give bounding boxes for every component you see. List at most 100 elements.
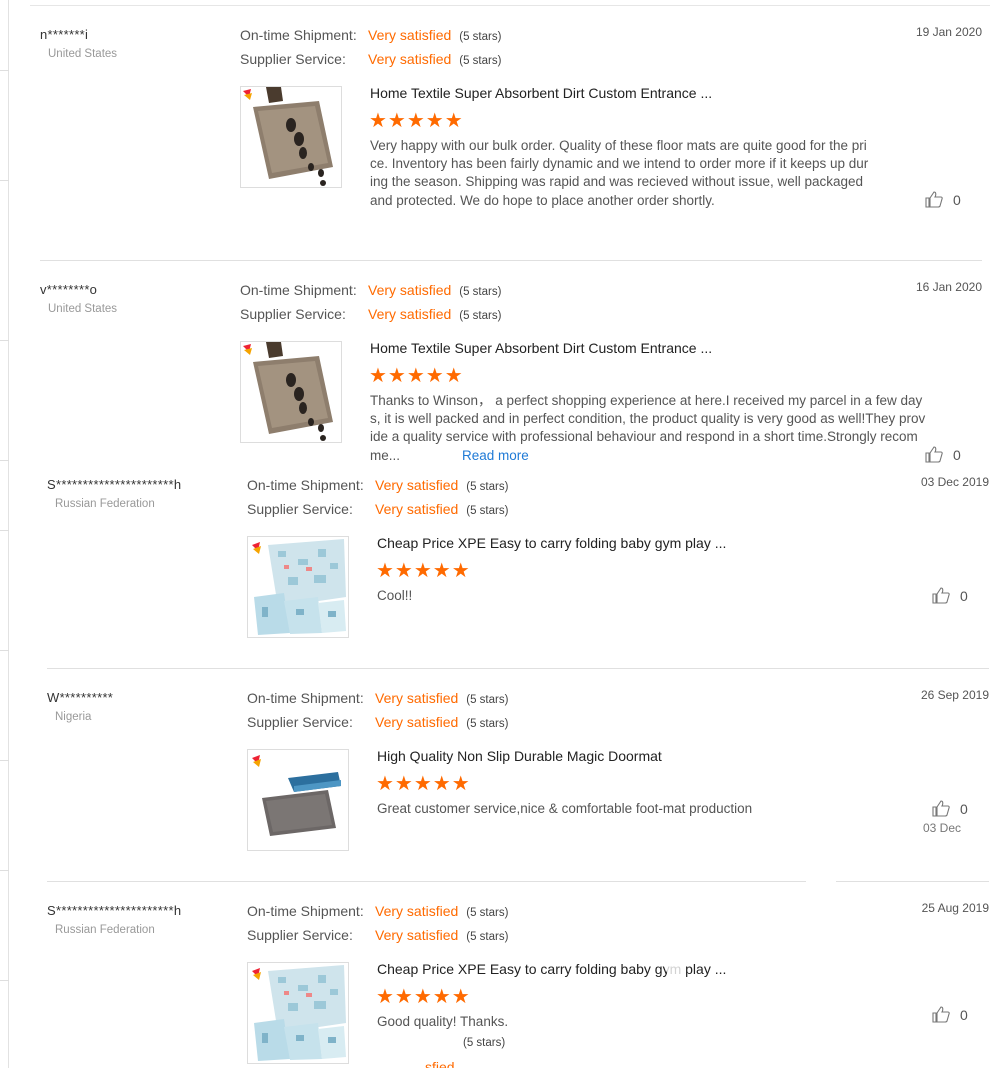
review-date: 03 Dec 2019 (920, 475, 989, 489)
shipment-label: On-time Shipment: (240, 282, 357, 298)
review-date: 26 Sep 2019 (920, 688, 989, 702)
overlapping-stars-fragment: (5 stars) (463, 1037, 506, 1049)
shipment-label: On-time Shipment: (247, 477, 364, 493)
review-date: 19 Jan 2020 (915, 25, 982, 39)
product-thumbnail[interactable] (240, 86, 342, 188)
product-thumbnail[interactable] (247, 536, 349, 638)
review-item: n*******i United States On-time Shipment… (40, 25, 982, 261)
service-value: Very satisfied (375, 927, 459, 943)
shipment-value: Very satisfied (375, 477, 459, 493)
product-star-rating: ★★★★★ (376, 773, 471, 795)
shipment-stars: (5 stars) (466, 907, 509, 919)
service-value: Very satisfied (368, 306, 452, 322)
shipment-rating: On-time Shipment: Very satisfied (5 stars) (247, 690, 508, 710)
shipment-stars: (5 stars) (459, 286, 502, 298)
review-text: Cool!! (377, 588, 413, 603)
reviews-screenshot: n*******i United States On-time Shipment… (0, 0, 1005, 1068)
service-label: Supplier Service: (240, 306, 346, 322)
review-date: 16 Jan 2020 (915, 280, 982, 294)
product-title-link[interactable]: High Quality Non Slip Durable Magic Door… (377, 748, 662, 764)
like-button[interactable]: 0 (925, 191, 961, 208)
review-text: Thanks to Winson， a perfect shopping exp… (370, 392, 926, 465)
like-count: 0 (960, 801, 968, 817)
service-label: Supplier Service: (247, 501, 353, 517)
service-stars: (5 stars) (466, 931, 509, 943)
service-value: Very satisfied (375, 714, 459, 730)
shipment-stars: (5 stars) (466, 481, 509, 493)
buyer-name: S**********************h (47, 903, 182, 918)
thumbs-up-icon (932, 587, 950, 604)
thumbs-up-icon (925, 191, 943, 208)
buyer-name: W********** (47, 690, 114, 705)
review-item: v********o United States On-time Shipmen… (40, 280, 982, 472)
service-stars: (5 stars) (459, 55, 502, 67)
service-rating: Supplier Service: Very satisfied (5 stars) (247, 501, 508, 521)
service-stars: (5 stars) (459, 310, 502, 322)
service-rating: Supplier Service: Very satisfied (5 stars) (240, 51, 501, 71)
product-thumbnail[interactable] (240, 341, 342, 443)
buyer-country: Russian Federation (55, 924, 155, 936)
product-thumbnail[interactable] (247, 962, 349, 1064)
shipment-label: On-time Shipment: (247, 903, 364, 919)
review-item: W********** Nigeria On-time Shipment: Ver… (47, 688, 989, 882)
like-count: 0 (960, 588, 968, 604)
buyer-name: n*******i (40, 27, 89, 42)
like-button[interactable]: 0 (925, 446, 961, 463)
supplier-logo-icon (243, 344, 252, 355)
service-label: Supplier Service: (247, 927, 353, 943)
product-star-rating: ★★★★★ (376, 560, 471, 582)
thumbs-up-icon (925, 446, 943, 463)
shipment-rating: On-time Shipment: Very satisfied (5 stars) (240, 282, 501, 302)
like-button[interactable]: 0 (932, 800, 968, 817)
product-title-link[interactable]: Home Textile Super Absorbent Dirt Custom… (370, 85, 712, 101)
shipment-value: Very satisfied (375, 903, 459, 919)
shipment-label: On-time Shipment: (240, 27, 357, 43)
shipment-rating: On-time Shipment: Very satisfied (5 stars) (247, 903, 508, 923)
review-text: Very happy with our bulk order. Quality … (370, 138, 869, 208)
service-stars: (5 stars) (466, 718, 509, 730)
buyer-country: Nigeria (55, 711, 92, 723)
thumbs-up-icon (932, 800, 950, 817)
shipment-rating: On-time Shipment: Very satisfied (5 stars) (247, 477, 508, 497)
overlapping-date-fragment: 03 Dec (923, 821, 962, 835)
supplier-logo-icon (252, 542, 261, 554)
buyer-country: United States (48, 48, 118, 60)
service-rating: Supplier Service: Very satisfied (5 stars) (247, 714, 508, 734)
service-rating: Supplier Service: Very satisfied (5 stars) (247, 927, 508, 947)
like-count: 0 (953, 447, 961, 463)
review-text-body: Thanks to Winson， a perfect shopping exp… (370, 393, 926, 463)
buyer-country: Russian Federation (55, 498, 155, 510)
review-item: S**********************h Russian Federat… (47, 475, 989, 669)
overlapping-rating-fragment: sfied (425, 1059, 455, 1068)
shipment-value: Very satisfied (375, 690, 459, 706)
supplier-logo-icon (252, 968, 261, 980)
review-text: Great customer service,nice & comfortabl… (377, 801, 753, 816)
shipment-rating: On-time Shipment: Very satisfied (5 stars) (240, 27, 501, 47)
product-title-link[interactable]: Home Textile Super Absorbent Dirt Custom… (370, 340, 712, 356)
shipment-value: Very satisfied (368, 282, 452, 298)
like-button[interactable]: 0 (932, 1006, 968, 1023)
shipment-label: On-time Shipment: (247, 690, 364, 706)
review-text: Good quality! Thanks. (377, 1014, 509, 1029)
product-thumbnail[interactable] (247, 749, 349, 851)
supplier-logo-icon (252, 755, 261, 767)
product-title-link[interactable]: Cheap Price XPE Easy to carry folding ba… (377, 535, 726, 551)
product-star-rating: ★★★★★ (369, 365, 464, 387)
service-value: Very satisfied (368, 51, 452, 67)
overlap-mask (806, 878, 836, 884)
shipment-value: Very satisfied (368, 27, 452, 43)
like-count: 0 (953, 192, 961, 208)
service-stars: (5 stars) (466, 505, 509, 517)
buyer-name: S**********************h (47, 477, 182, 492)
review-date: 25 Aug 2019 (921, 901, 989, 915)
like-count: 0 (960, 1007, 968, 1023)
supplier-logo-icon (243, 89, 252, 100)
shipment-stars: (5 stars) (459, 31, 502, 43)
product-star-rating: ★★★★★ (376, 986, 471, 1008)
left-frame-line (8, 0, 9, 1068)
service-label: Supplier Service: (240, 51, 346, 67)
read-more-link[interactable]: Read more (462, 448, 529, 463)
shipment-stars: (5 stars) (466, 694, 509, 706)
review-item: S**********************h Russian Federat… (47, 901, 989, 1068)
like-button[interactable]: 0 (932, 587, 968, 604)
